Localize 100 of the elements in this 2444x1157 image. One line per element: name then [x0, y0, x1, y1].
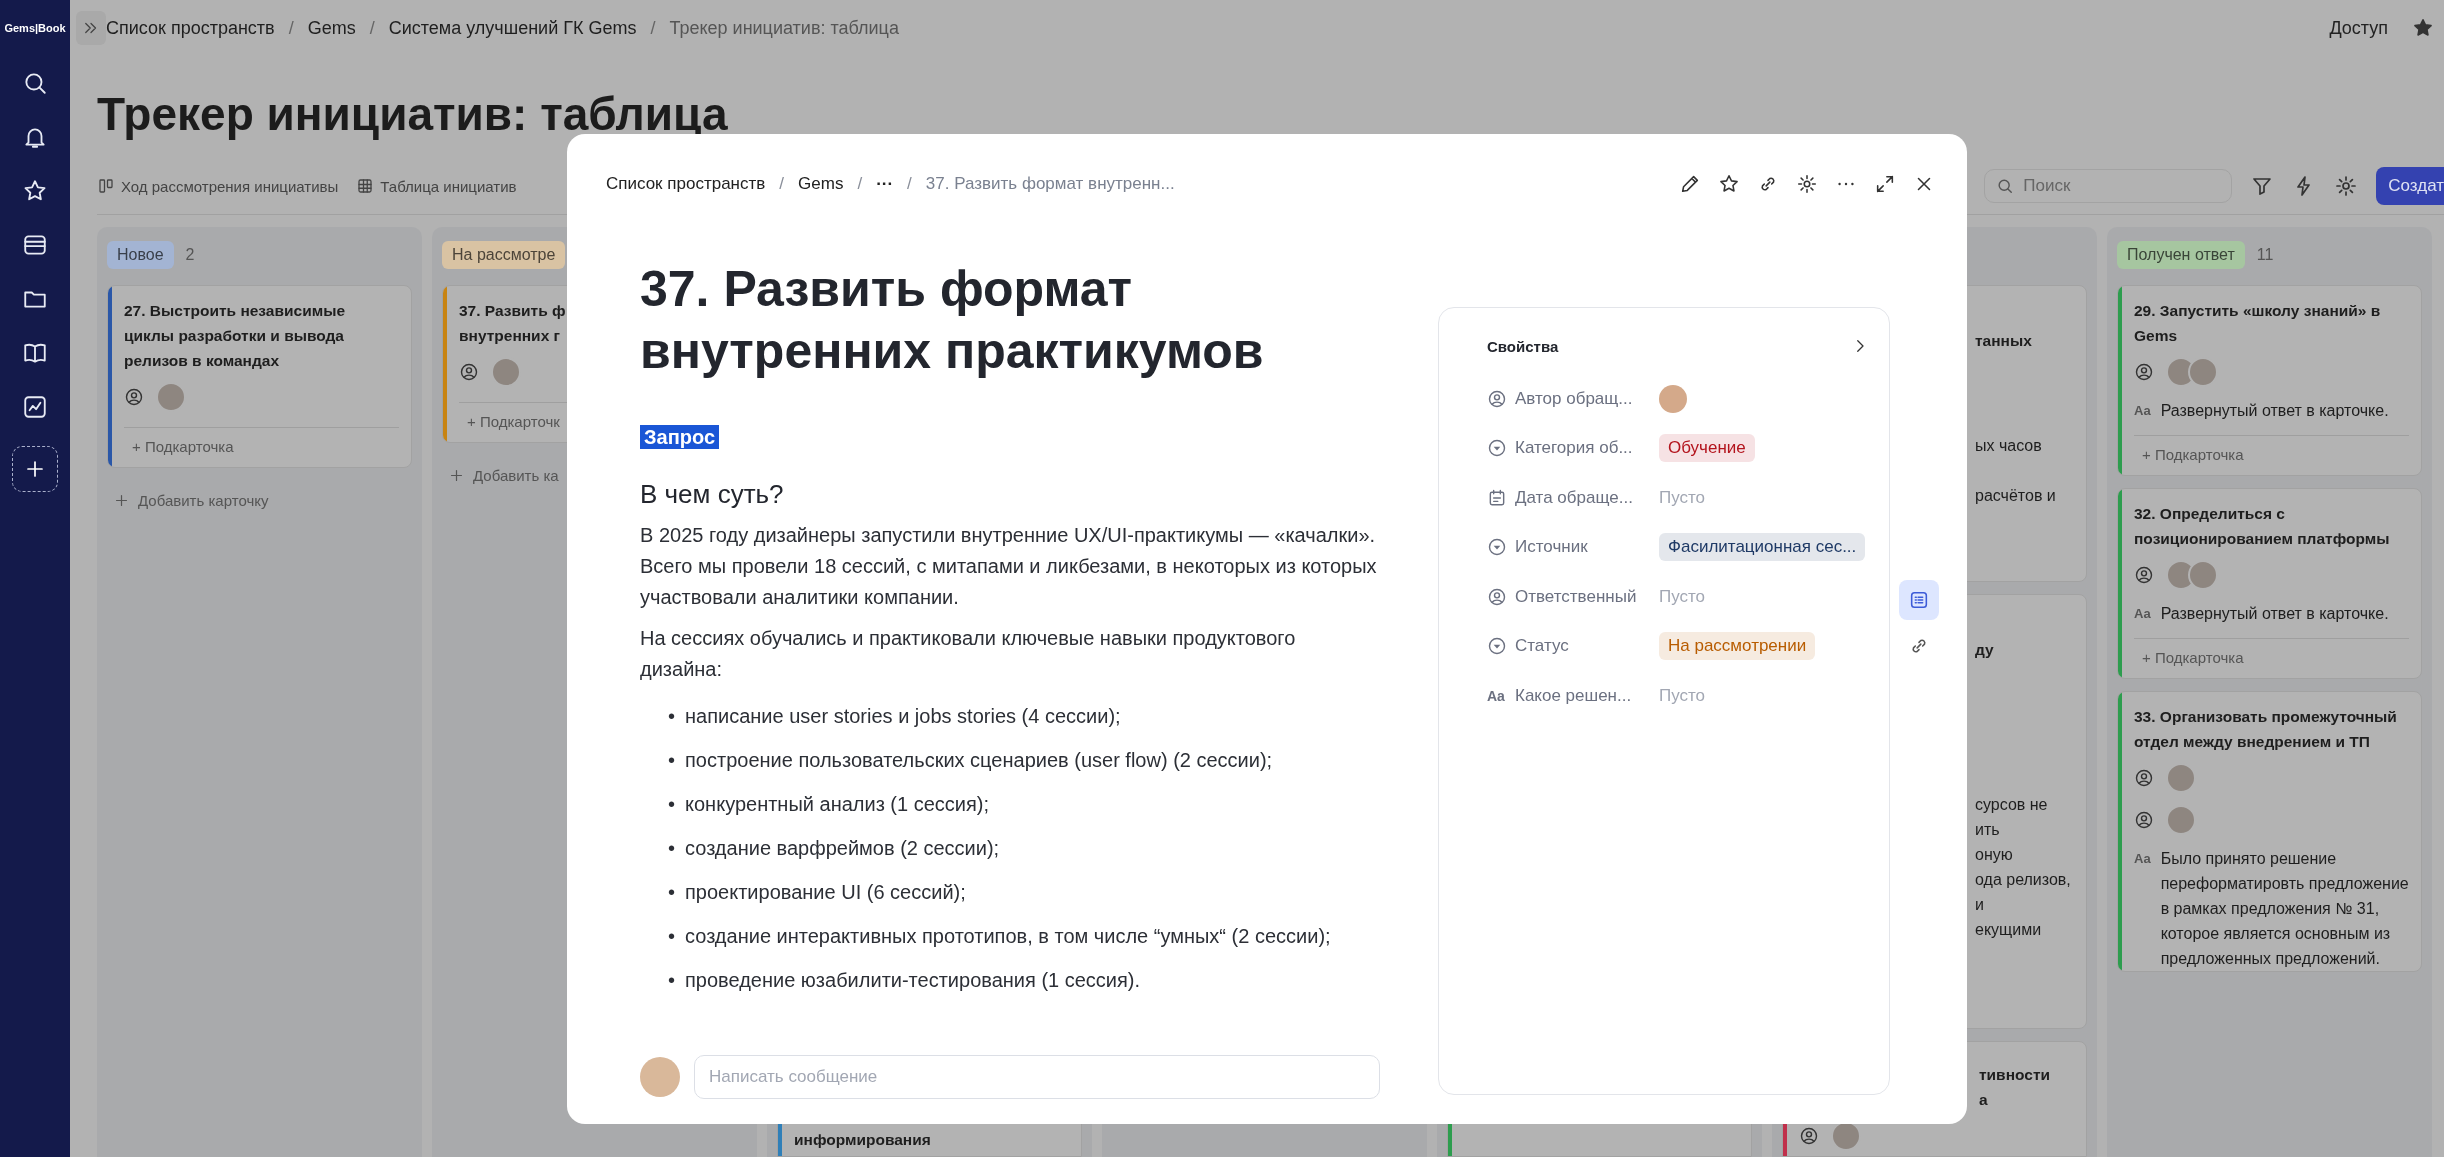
- paragraph: В 2025 году дизайнеры запустили внутренние UX/UI-практикумы — «качалки». Всего мы провели 18 сессий, с митапами и ликбезами, в некоторых из которых участвовали аналитики компании.: [640, 523, 1378, 610]
- inbox-icon[interactable]: [22, 232, 48, 258]
- card-title: танных: [1975, 331, 2033, 351]
- card[interactable]: 33. Организовать промежуточный отдел между внедрением и ТП Aa Было принято решение переформатировть предложение в рамках предложения № 31, которое является основным из предложенных предложений.: [2117, 691, 2422, 972]
- page-title: Трекер инициатив: таблица: [97, 87, 729, 142]
- list-icon[interactable]: [1908, 589, 1930, 611]
- add-space-button[interactable]: [12, 446, 58, 492]
- list-item: конкурентный анализ (1 сессия);: [685, 792, 990, 817]
- answer-text: Развернутый ответ в карточке.: [2160, 604, 2389, 624]
- property-label: Дата обраще...: [1515, 487, 1634, 508]
- star-icon[interactable]: [2412, 17, 2434, 39]
- person-icon: [1487, 388, 1507, 409]
- dropdown-icon: [1487, 438, 1507, 459]
- view-tab[interactable]: Ход рассмотрения инициативы: [121, 177, 339, 195]
- property-label: Ответственный: [1515, 586, 1638, 607]
- pencil-icon[interactable]: [1679, 173, 1701, 195]
- app-logo[interactable]: Gems|Book: [4, 0, 66, 56]
- list-item: проведение юзабилити-тестирования (1 сессия).: [685, 968, 1141, 993]
- card-title: 29. Запустить «школу знаний» в Gems: [2134, 301, 2382, 346]
- avatar: [640, 1057, 680, 1097]
- card-title: 32. Определиться с позиционированием платформы: [2134, 504, 2391, 549]
- property-label: Автор обращ...: [1515, 388, 1634, 409]
- list-item: создание варфреймов (2 сессии);: [685, 836, 1000, 861]
- card[interactable]: 29. Запустить «школу знаний» в Gems Aa Развернутый ответ в карточке. + Подкарточка: [2117, 285, 2422, 476]
- card-text: сурсов не ить оную ода релизов, и екущими: [1975, 795, 2072, 940]
- card[interactable]: 32. Определиться с позиционированием платформы Aa Развернутый ответ в карточке. + Подкарточка: [2117, 488, 2422, 679]
- column-status-tag: Новое: [107, 241, 174, 269]
- bullet-mark: •: [668, 748, 675, 773]
- add-subcard-link[interactable]: + Подкарточка: [2142, 446, 2244, 463]
- chart-icon[interactable]: [22, 394, 48, 420]
- card-count: 2: [185, 246, 195, 264]
- breadcrumb-link[interactable]: 37. Развить формат внутренн...: [925, 174, 1175, 194]
- person-icon: [1799, 1126, 1819, 1146]
- breadcrumb-link[interactable]: Система улучшений ГК Gems: [388, 17, 637, 39]
- more-breadcrumbs-button[interactable]: ···: [876, 174, 894, 194]
- property-tag[interactable]: Фасилитационная сес...: [1659, 533, 1866, 562]
- card-title: 37. Развить формат внутренних практикумов: [640, 260, 1265, 381]
- expand-sidebar-button[interactable]: [76, 11, 106, 45]
- star-icon[interactable]: [1718, 173, 1740, 195]
- person-icon: [1487, 586, 1507, 607]
- create-button[interactable]: Создат: [2376, 167, 2444, 205]
- answer-text: Было принято решение переформатировть предложение в рамках предложения № 31, которое является основным из предложенных предложений.: [2160, 849, 2409, 969]
- text-field-icon: Aa: [2134, 398, 2151, 423]
- breadcrumb-separator: /: [288, 17, 294, 39]
- property-label: Категория об...: [1515, 438, 1634, 459]
- card-title: 27. Выстроить независимые циклы разработки и вывода релизов в командах: [124, 301, 347, 371]
- breadcrumb-link[interactable]: Трекер инициатив: таблица: [669, 17, 899, 39]
- property-tag[interactable]: Обучение: [1659, 434, 1755, 463]
- card-count: 11: [2256, 246, 2274, 264]
- person-icon: [2134, 810, 2154, 830]
- settings-icon[interactable]: [1796, 173, 1818, 195]
- dropdown-icon: [1487, 636, 1507, 657]
- add-subcard-link[interactable]: + Подкарточка: [132, 438, 234, 455]
- properties-tab[interactable]: [1899, 580, 1939, 620]
- bullet-mark: •: [668, 704, 675, 729]
- card-title: 33. Организовать промежуточный отдел между внедрением и ТП: [2134, 707, 2398, 752]
- breadcrumb-separator: /: [779, 174, 785, 194]
- breadcrumb-link[interactable]: Список пространств: [606, 174, 766, 194]
- person-icon: [2134, 768, 2154, 788]
- panel-title: Свойства: [1487, 337, 1559, 355]
- card-title: информирования: [794, 1130, 932, 1150]
- property-label: Какое решен...: [1515, 685, 1633, 706]
- expand-icon[interactable]: [1874, 173, 1896, 195]
- message-field[interactable]: Написать сообщение: [694, 1055, 1380, 1099]
- text-field-icon: Aa: [1487, 687, 1505, 704]
- paragraph: На сессиях обучались и практиковали ключевые навыки продуктового дизайна:: [640, 626, 1297, 682]
- view-tab[interactable]: Таблица инициатив: [380, 177, 517, 195]
- access-link[interactable]: Доступ: [2329, 17, 2388, 39]
- person-icon: [459, 362, 479, 382]
- property-tag[interactable]: На рассмотрении: [1659, 632, 1816, 661]
- breadcrumb-separator: /: [650, 17, 656, 39]
- board-icon[interactable]: [97, 177, 115, 195]
- property-label: Источник: [1515, 537, 1589, 558]
- search-icon[interactable]: [22, 70, 48, 96]
- list-item: создание интерактивных прототипов, в том числе “умных“ (2 сессии);: [685, 924, 1331, 949]
- person-icon: [2134, 565, 2154, 585]
- add-card-link[interactable]: Добавить ка: [473, 467, 559, 484]
- dropdown-icon: [1487, 537, 1507, 558]
- answer-text: Развернутый ответ в карточке.: [2160, 401, 2389, 421]
- table-icon[interactable]: [356, 177, 375, 195]
- highlighted-label: Запрос: [640, 425, 720, 449]
- card-text: ых часов расчётов и: [1975, 436, 2057, 506]
- add-card-link[interactable]: Добавить карточку: [138, 492, 269, 509]
- add-subcard-link[interactable]: + Подкарточк: [467, 413, 560, 430]
- search-field[interactable]: Поиск: [1984, 169, 2233, 203]
- text-field-icon: Aa: [2134, 601, 2151, 626]
- column-status-tag: На рассмотре: [442, 241, 566, 269]
- settings-icon[interactable]: [2334, 174, 2359, 198]
- breadcrumb-link[interactable]: Список пространств: [106, 17, 275, 39]
- card[interactable]: 27. Выстроить независимые циклы разработки и вывода релизов в командах + Подкарточка: [107, 285, 412, 468]
- breadcrumb-separator: /: [369, 17, 375, 39]
- bullet-mark: •: [668, 968, 675, 993]
- breadcrumb-separator: /: [907, 174, 912, 194]
- breadcrumb-link[interactable]: Gems: [798, 174, 844, 194]
- list-item: написание user stories и jobs stories (4 сессии);: [685, 704, 1121, 729]
- text-field-icon: Aa: [2134, 846, 2151, 971]
- breadcrumb-link[interactable]: Gems: [307, 17, 356, 39]
- calendar-icon: [1487, 487, 1507, 508]
- add-subcard-link[interactable]: + Подкарточка: [2142, 649, 2244, 666]
- card-title: 37. Развить ф внутренних г: [459, 301, 567, 346]
